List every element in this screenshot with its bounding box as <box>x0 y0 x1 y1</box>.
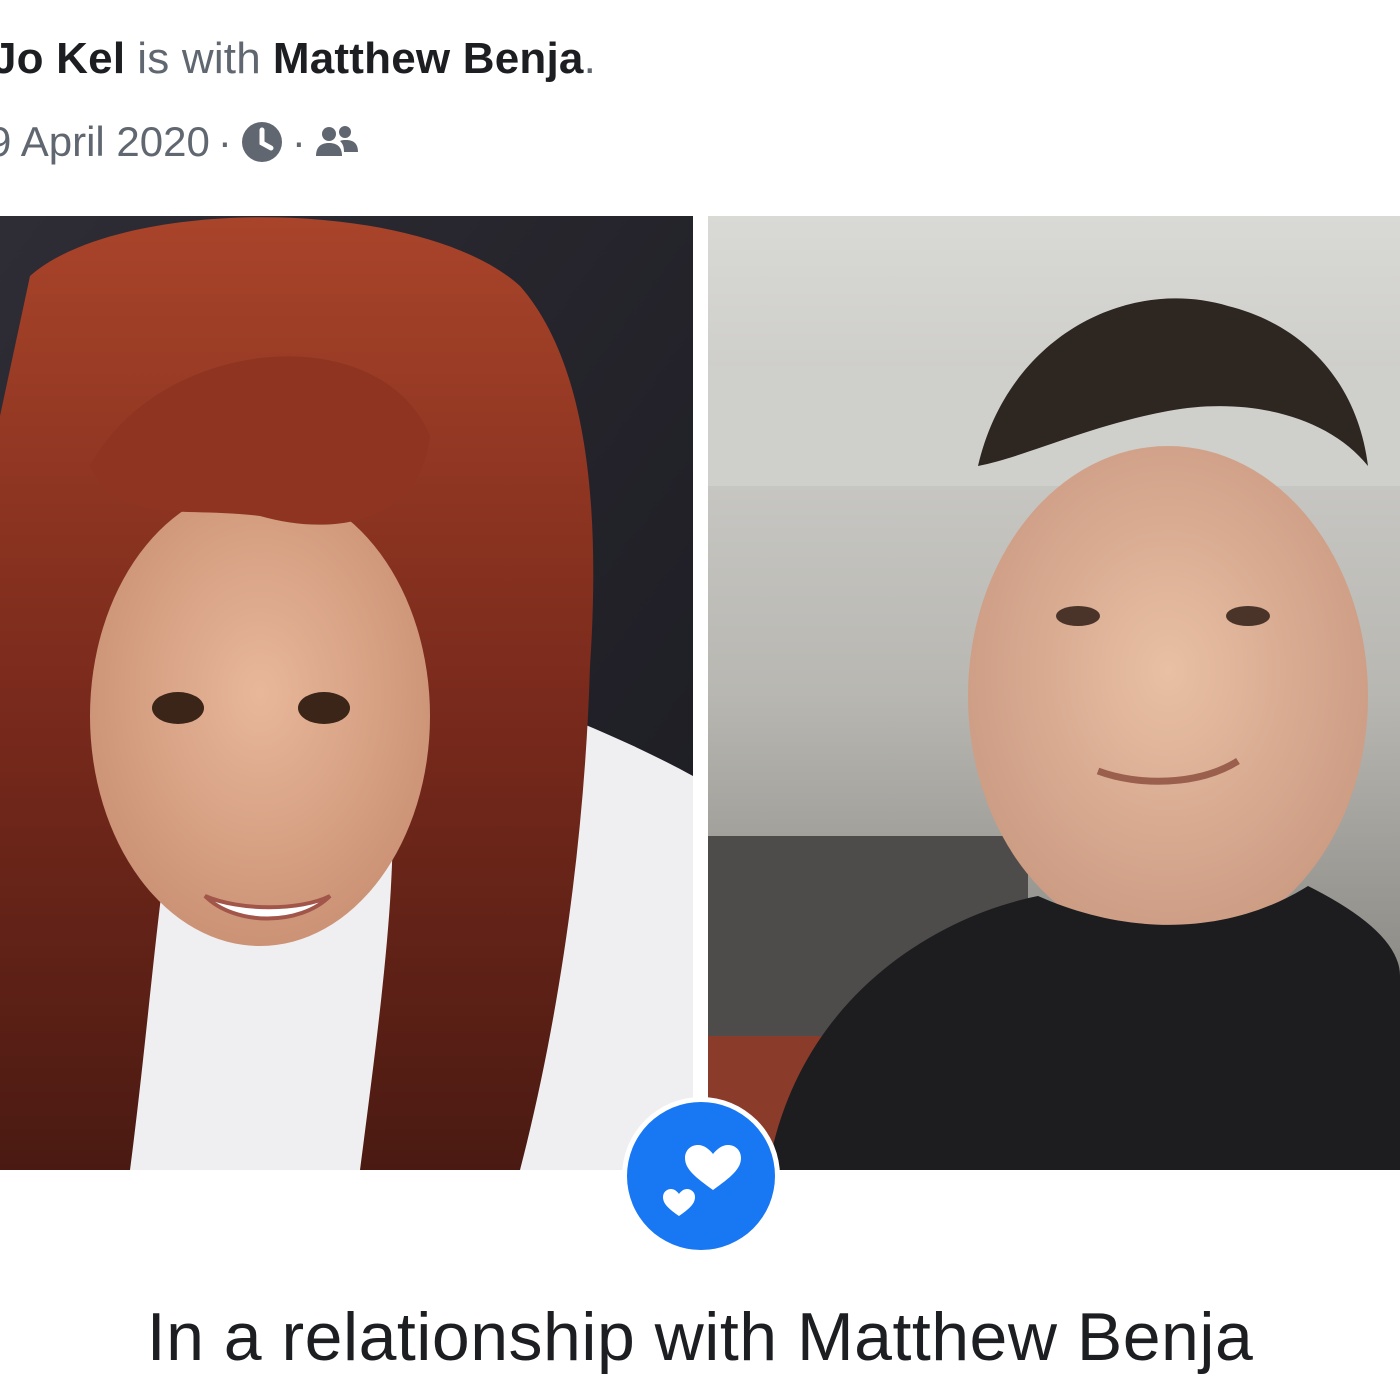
header-period: . <box>583 34 596 83</box>
photo-left[interactable] <box>0 216 693 1170</box>
clock-icon <box>240 120 284 164</box>
author-name-link[interactable]: Jo Kel <box>0 34 125 83</box>
photo-right[interactable] <box>708 216 1400 1170</box>
tagged-name-link[interactable]: Matthew Benja <box>273 34 584 83</box>
meta-separator-2: · <box>291 118 306 165</box>
man-photo <box>708 216 1400 1170</box>
friends-icon[interactable] <box>314 122 360 162</box>
relationship-status-text: In a relationship with Matthew Benja <box>146 1299 1254 1375</box>
relationship-badge[interactable] <box>622 1097 780 1255</box>
woman-photo <box>0 216 693 1170</box>
meta-separator: · <box>217 118 232 165</box>
post-meta: 9 April 2020 · · <box>0 118 360 166</box>
post-header: Jo Kel is with Matthew Benja. <box>0 34 596 84</box>
post-date-link[interactable]: 9 April 2020 <box>0 118 210 166</box>
hearts-icon <box>627 1102 775 1250</box>
with-text: is with <box>137 34 261 83</box>
